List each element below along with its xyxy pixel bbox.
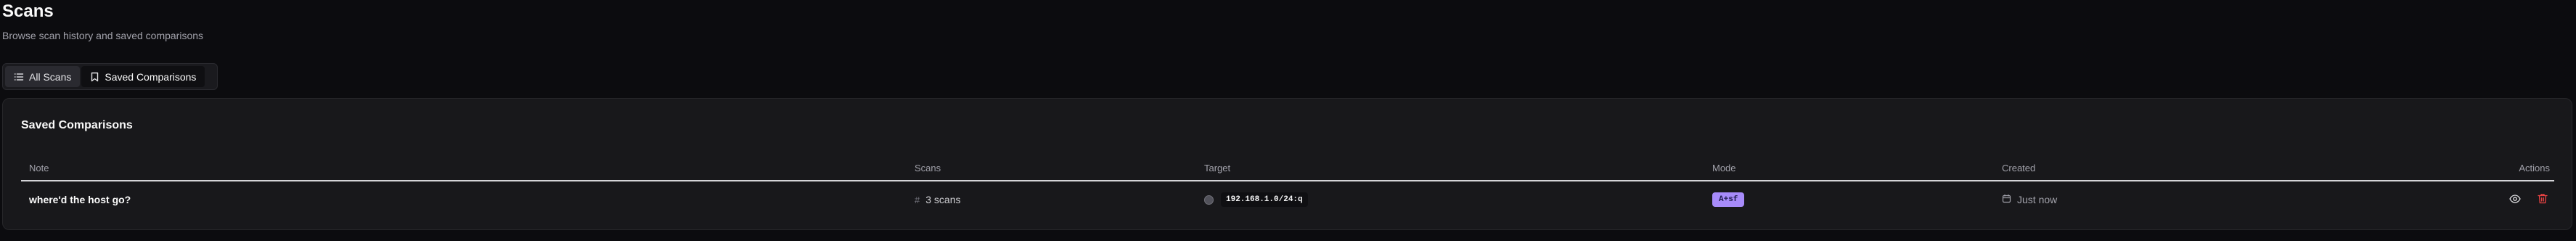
tab-all-scans[interactable]: All Scans <box>5 66 81 87</box>
actions-cell <box>2508 181 2550 218</box>
saved-comparisons-card: Saved Comparisons Note Scans Target Mode… <box>2 98 2572 230</box>
scans-count: 3 scans <box>925 194 961 205</box>
table-row[interactable]: where'd the host go? # 3 scans 192.168.1… <box>21 181 2554 218</box>
tab-all-scans-label: All Scans <box>29 70 72 83</box>
created-value: Just now <box>2017 194 2058 205</box>
eye-icon <box>2509 194 2521 205</box>
list-icon <box>14 72 24 82</box>
column-header-mode: Mode <box>1712 163 1736 173</box>
target-cell: 192.168.1.0/24:q <box>1204 181 1308 218</box>
delete-button[interactable] <box>2535 192 2550 207</box>
scans-page: Scans Browse scan history and saved comp… <box>0 0 2576 241</box>
column-header-scans: Scans <box>915 163 941 173</box>
target-value: 192.168.1.0/24:q <box>1221 192 1308 207</box>
calendar-icon <box>2002 194 2011 205</box>
tab-saved-comparisons-label: Saved Comparisons <box>105 70 197 83</box>
mode-cell: A+sf <box>1712 181 1745 218</box>
note-cell: where'd the host go? <box>29 181 131 218</box>
bookmark-icon <box>90 72 99 82</box>
trash-icon <box>2538 193 2548 206</box>
card-title: Saved Comparisons <box>21 119 133 131</box>
table-header: Note Scans Target Mode Created Actions <box>21 157 2554 181</box>
page-subtitle: Browse scan history and saved comparison… <box>2 30 204 41</box>
column-header-actions: Actions <box>2519 163 2550 173</box>
scans-cell: # 3 scans <box>915 181 960 218</box>
column-header-target: Target <box>1204 163 1231 173</box>
page-title: Scans <box>2 1 54 21</box>
tab-bar: All Scans Saved Comparisons <box>2 63 218 90</box>
target-status-icon <box>1204 195 1214 205</box>
column-header-created: Created <box>2002 163 2036 173</box>
tab-saved-comparisons[interactable]: Saved Comparisons <box>81 66 205 87</box>
note-text: where'd the host go? <box>29 194 131 205</box>
mode-badge: A+sf <box>1712 192 1745 207</box>
hash-icon: # <box>915 194 920 205</box>
view-button[interactable] <box>2508 192 2522 207</box>
column-header-note: Note <box>29 163 49 173</box>
created-cell: Just now <box>2002 181 2057 218</box>
